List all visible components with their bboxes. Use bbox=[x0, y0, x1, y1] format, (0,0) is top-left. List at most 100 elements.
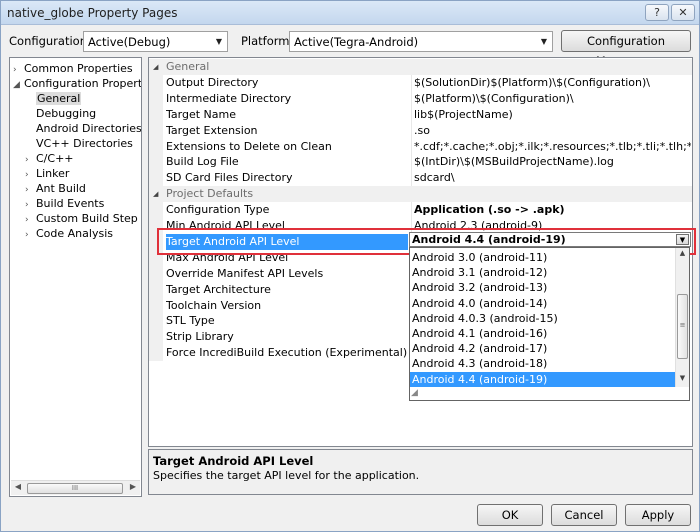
property-value[interactable]: sdcard\ bbox=[411, 170, 691, 187]
configuration-combo[interactable]: Active(Debug) ▼ bbox=[83, 31, 228, 52]
row-gutter bbox=[149, 313, 163, 330]
category-row[interactable]: ◢ Project Defaults bbox=[149, 186, 692, 203]
property-row[interactable]: Target Name lib$(ProjectName) bbox=[149, 106, 692, 123]
property-value[interactable]: Application (.so -> .apk) bbox=[411, 202, 691, 219]
property-name: Intermediate Directory bbox=[166, 91, 292, 105]
property-name: SD Card Files Directory bbox=[166, 171, 293, 185]
scroll-up-icon[interactable]: ▲ bbox=[676, 249, 689, 257]
tree-item[interactable]: Android Directories bbox=[25, 121, 142, 136]
close-button[interactable]: ✕ bbox=[671, 4, 695, 21]
scroll-down-icon[interactable]: ▼ bbox=[676, 374, 689, 382]
tree-item-label: Custom Build Step bbox=[36, 212, 138, 225]
tree-item-label: Linker bbox=[36, 167, 70, 180]
scroll-left-icon[interactable]: ◀ bbox=[11, 482, 25, 491]
tree-item[interactable]: › Linker bbox=[25, 166, 69, 181]
property-name: Strip Library bbox=[166, 330, 234, 344]
api-level-dropdown-list[interactable]: Android 4.4 (android-19) Android 4.3 (and… bbox=[409, 247, 690, 401]
expander-icon[interactable]: › bbox=[25, 198, 36, 213]
target-api-level-value: Android 4.4 (android-19) bbox=[412, 233, 566, 246]
dropdown-option[interactable]: Android 3.0 (android-11) bbox=[410, 250, 676, 265]
dropdown-arrow-icon[interactable]: ▼ bbox=[676, 234, 689, 245]
apply-button[interactable]: Apply bbox=[625, 504, 691, 526]
expander-icon[interactable]: › bbox=[25, 153, 36, 168]
scroll-thumb[interactable]: III bbox=[27, 483, 123, 494]
tree-item-label: C/C++ bbox=[36, 152, 74, 165]
tree-item[interactable]: › C/C++ bbox=[25, 151, 74, 166]
property-row[interactable]: Target Extension .so bbox=[149, 122, 692, 139]
chevron-down-icon: ▼ bbox=[215, 37, 223, 46]
tree-item[interactable]: › Custom Build Step bbox=[25, 211, 138, 226]
row-gutter bbox=[149, 154, 163, 171]
scroll-right-icon[interactable]: ▶ bbox=[126, 482, 140, 491]
tree-item[interactable]: General bbox=[25, 91, 82, 106]
platform-label: Platform: bbox=[241, 34, 294, 48]
tree-item-label: Build Events bbox=[36, 197, 105, 210]
row-gutter bbox=[149, 106, 163, 123]
dropdown-option[interactable]: Android 4.2 (android-17) bbox=[410, 341, 676, 356]
dropdown-option[interactable]: Android 3.2 (android-13) bbox=[410, 280, 676, 295]
property-tree[interactable]: › Code Analysis › Custom Build Step › Build E… bbox=[9, 57, 142, 497]
dropdown-option[interactable]: Android 4.4 (android-19) bbox=[410, 371, 676, 387]
help-button[interactable]: ? bbox=[645, 4, 669, 21]
tree-item[interactable]: › Build Events bbox=[25, 196, 104, 211]
collapse-icon[interactable]: ◢ bbox=[153, 186, 158, 202]
property-row[interactable]: Configuration Type Application (.so -> .a… bbox=[149, 202, 692, 219]
dropdown-vertical-scrollbar[interactable]: ▲ ≡ ▼ bbox=[675, 248, 689, 387]
row-gutter bbox=[149, 297, 163, 314]
property-value[interactable]: .so bbox=[411, 122, 691, 139]
target-api-level-combo[interactable]: Android 4.4 (android-19) ▼ bbox=[409, 232, 691, 247]
tree-item[interactable]: › Ant Build bbox=[25, 181, 86, 196]
row-gutter bbox=[149, 345, 163, 362]
tree-item[interactable]: Debugging bbox=[25, 106, 96, 121]
platform-combo[interactable]: Active(Tegra-Android) ▼ bbox=[289, 31, 553, 52]
expander-icon[interactable]: › bbox=[25, 168, 36, 183]
property-name: Override Manifest API Levels bbox=[166, 266, 324, 280]
dropdown-option[interactable]: Android 4.3 (android-18) bbox=[410, 356, 676, 371]
tree-item-label: Configuration Properties bbox=[24, 77, 142, 90]
cancel-button[interactable]: Cancel bbox=[551, 504, 617, 526]
property-value[interactable]: lib$(ProjectName) bbox=[411, 106, 691, 123]
property-name: Force IncrediBuild Execution (Experiment… bbox=[166, 346, 408, 360]
property-value[interactable]: $(SolutionDir)$(Platform)\$(Configuratio… bbox=[411, 74, 691, 91]
category-row[interactable]: ◢ General bbox=[149, 59, 692, 75]
configuration-bar: Configuration: Active(Debug) ▼ Platform:… bbox=[1, 29, 699, 68]
tree-item[interactable]: ◢Configuration Properties bbox=[13, 76, 142, 93]
resize-grip-icon[interactable]: ◢ bbox=[411, 387, 425, 399]
expander-icon[interactable]: › bbox=[25, 228, 36, 243]
property-row[interactable]: SD Card Files Directory sdcard\ bbox=[149, 170, 692, 187]
property-row[interactable]: Extensions to Delete on Clean *.cdf;*.cac… bbox=[149, 138, 692, 155]
dropdown-option[interactable]: Android 4.0 (android-14) bbox=[410, 296, 676, 311]
property-row[interactable]: Output Directory $(SolutionDir)$(Platform… bbox=[149, 74, 692, 91]
platform-value: Active(Tegra-Android) bbox=[294, 35, 419, 49]
property-name: Target Extension bbox=[166, 123, 258, 137]
collapse-icon[interactable]: ◢ bbox=[153, 59, 158, 75]
configuration-label: Configuration: bbox=[9, 34, 91, 48]
row-gutter bbox=[149, 202, 163, 219]
description-title: Target Android API Level bbox=[153, 454, 314, 468]
tree-item-label: Android Directories bbox=[36, 122, 142, 135]
dropdown-option[interactable]: Android 3.1 (android-12) bbox=[410, 265, 676, 280]
property-value[interactable]: *.cdf;*.cache;*.obj;*.ilk;*.resources;*.… bbox=[411, 138, 691, 155]
tree-item[interactable]: › Code Analysis bbox=[25, 226, 113, 241]
dropdown-option[interactable]: Android 4.1 (android-16) bbox=[410, 326, 676, 341]
property-row[interactable]: Intermediate Directory $(Platform)\$(Conf… bbox=[149, 90, 692, 107]
property-name: Output Directory bbox=[166, 75, 259, 89]
tree-item[interactable]: › Common Properties bbox=[13, 61, 133, 76]
tree-horizontal-scrollbar[interactable]: ◀ III ▶ bbox=[11, 480, 140, 495]
row-gutter bbox=[149, 90, 163, 107]
scroll-thumb[interactable]: ≡ bbox=[677, 294, 688, 359]
expander-icon[interactable]: › bbox=[13, 63, 24, 78]
property-name: General bbox=[166, 60, 210, 73]
tree-item[interactable]: VC++ Directories bbox=[25, 136, 133, 151]
dropdown-option[interactable]: Android 4.0.3 (android-15) bbox=[410, 311, 676, 326]
expander-icon[interactable]: ◢ bbox=[13, 78, 24, 93]
property-value[interactable]: $(IntDir)\$(MSBuildProjectName).log bbox=[411, 154, 691, 171]
configuration-manager-button[interactable]: Configuration Manager... bbox=[561, 30, 691, 68]
tree-item-label: Common Properties bbox=[24, 62, 133, 75]
property-row[interactable]: Build Log File $(IntDir)\$(MSBuildProject… bbox=[149, 154, 692, 171]
ok-button[interactable]: OK bbox=[477, 504, 543, 526]
property-name: Toolchain Version bbox=[166, 298, 262, 312]
property-value[interactable]: $(Platform)\$(Configuration)\ bbox=[411, 90, 691, 107]
expander-icon[interactable]: › bbox=[25, 183, 36, 198]
expander-icon[interactable]: › bbox=[25, 213, 36, 228]
